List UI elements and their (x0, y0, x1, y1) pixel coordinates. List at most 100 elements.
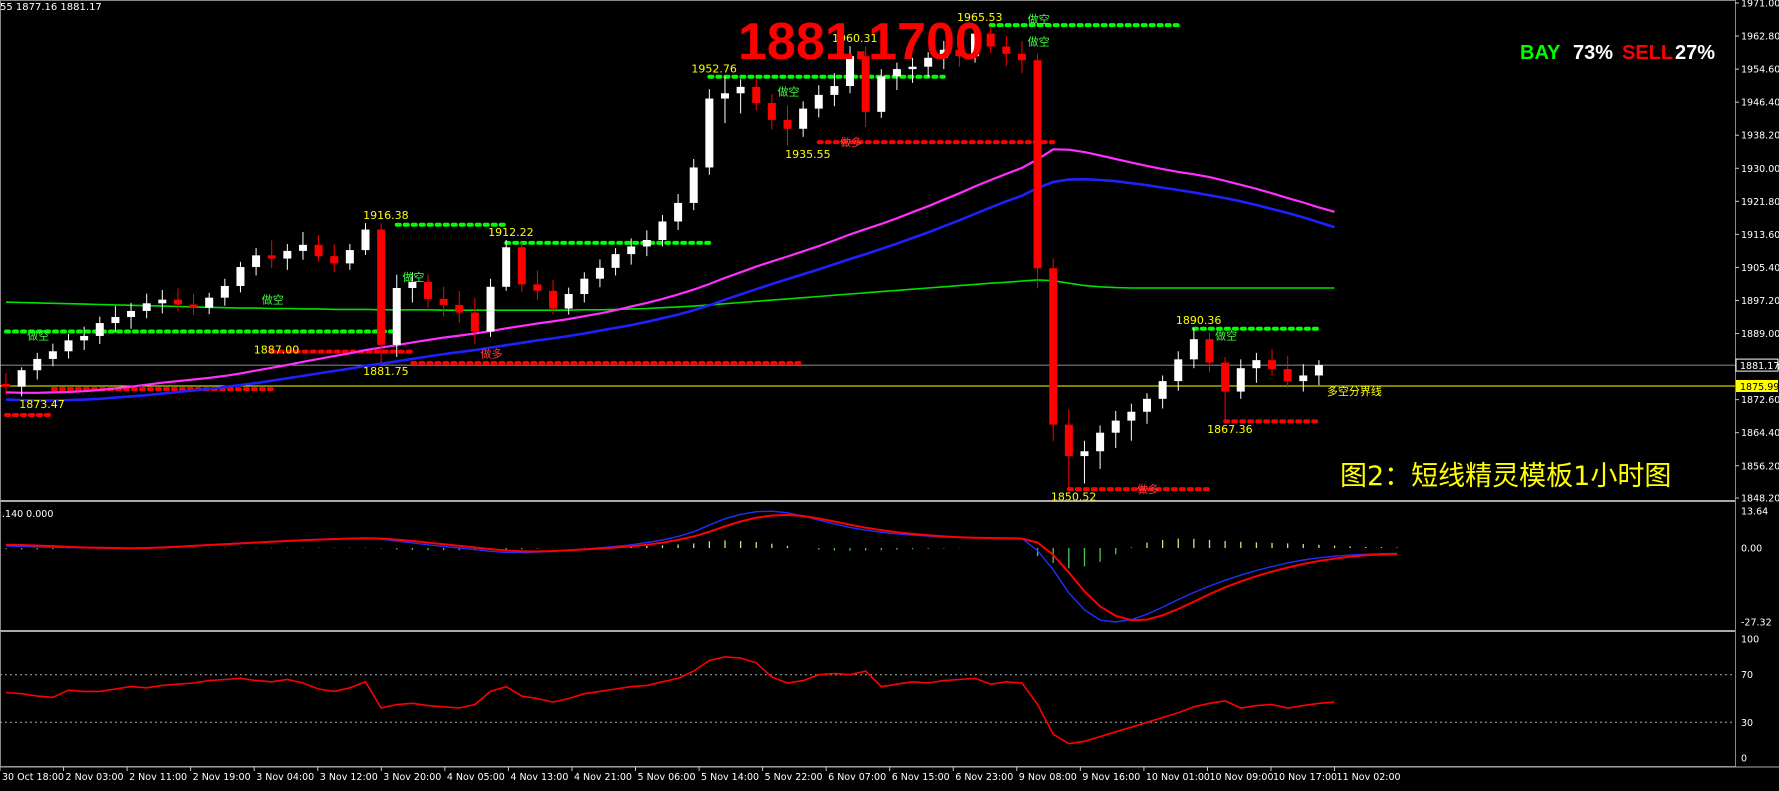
macd-tick-label: 0.00 (1741, 544, 1762, 555)
candle-bear (986, 33, 995, 47)
price-tick-label: 1921.80 (1741, 197, 1779, 208)
time-label: 9 Nov 08:00 (1019, 772, 1077, 783)
candle-bear (752, 86, 761, 103)
candle-bull (877, 76, 886, 112)
candle-bear (2, 383, 10, 387)
price-tick-label: 1905.40 (1741, 263, 1779, 274)
price-tick-label: 1856.20 (1741, 461, 1779, 472)
candle-bull (830, 86, 839, 95)
candle-bull (486, 286, 495, 332)
candle-bear (517, 247, 526, 285)
price-annotation: 1912.22 (488, 226, 534, 239)
time-label: 5 Nov 14:00 (701, 772, 759, 783)
candle-bull (142, 303, 151, 311)
ohlc-header: 55 1877.16 1881.17 (0, 2, 102, 13)
time-label: 6 Nov 07:00 (828, 772, 886, 783)
time-label: 4 Nov 05:00 (447, 772, 505, 783)
time-label: 2 Nov 03:00 (66, 772, 124, 783)
time-label: 6 Nov 23:00 (955, 772, 1013, 783)
candle-bull (1299, 375, 1308, 382)
signal-label: 做空 (1028, 34, 1050, 48)
candle-bear (1049, 268, 1058, 425)
candle-bull (1189, 339, 1198, 360)
candle-bull (611, 254, 620, 268)
candle-bull (111, 317, 120, 324)
signal-label: 做空 (262, 292, 284, 306)
time-label: 9 Nov 16:00 (1082, 772, 1140, 783)
signal-label: 做多 (481, 347, 503, 361)
current-price-tag: 1881.17 (1740, 361, 1779, 372)
time-label: 6 Nov 15:00 (892, 772, 950, 783)
macd-signal-line (5, 513, 1398, 622)
macd-header: .140 0.000 (2, 509, 53, 520)
signal-label: 做空 (778, 85, 800, 99)
candle-bull (17, 370, 26, 387)
candle-bear (767, 102, 776, 120)
candle-bull (252, 255, 261, 268)
candle-bear (314, 244, 323, 257)
chart-canvas: 1971.00 1962.80 1954.60 1946.40 1938.20 1930.… (0, 0, 1779, 783)
price-tick-label: 1938.20 (1741, 131, 1779, 142)
candle-bull (674, 202, 683, 222)
candle-bull (33, 358, 42, 371)
candle-bull (298, 244, 307, 251)
signal-label: 做多 (840, 135, 862, 149)
candle-bear (1002, 46, 1011, 54)
price-annotation: 1952.76 (691, 63, 737, 76)
boundary-tag: 1875.99 (1740, 382, 1779, 393)
candle-bull (1080, 451, 1089, 457)
time-label: 3 Nov 04:00 (256, 772, 314, 783)
signal-label: 做空 (1215, 329, 1237, 343)
price-tick-label: 1872.60 (1741, 395, 1779, 406)
candle-bear (267, 255, 276, 259)
candle-bull (1174, 359, 1183, 382)
price-annotation: 1850.52 (1051, 491, 1097, 504)
rsi-tick-label: 100 (1741, 635, 1759, 646)
time-label: 4 Nov 21:00 (574, 772, 632, 783)
candle-bull (642, 240, 651, 247)
candle-bull (814, 94, 823, 109)
candle-bull (80, 335, 89, 341)
candle-bull (1252, 360, 1261, 369)
candle-bull (627, 246, 636, 255)
sell-label: SELL (1622, 42, 1674, 64)
candle-bull (580, 278, 589, 295)
time-label: 4 Nov 13:00 (510, 772, 568, 783)
candle-bull (1096, 432, 1105, 452)
price-tick-label: 1954.60 (1741, 65, 1779, 76)
time-label: 2 Nov 11:00 (129, 772, 187, 783)
candle-bull (705, 98, 714, 168)
candle-bull (689, 167, 698, 203)
candle-bull (1127, 411, 1136, 421)
sell-percent: 27% (1675, 42, 1716, 64)
candle-bull (658, 221, 667, 241)
candle-bear (1283, 369, 1292, 382)
time-label: 5 Nov 22:00 (765, 772, 823, 783)
candle-bull (205, 297, 214, 308)
price-tick-label: 1889.00 (1741, 329, 1779, 340)
candle-bull (158, 299, 167, 304)
buy-label: BAY (1520, 42, 1561, 64)
candle-bull (345, 250, 354, 264)
candle-bull (1142, 398, 1151, 412)
candle-bull (1158, 381, 1167, 399)
chart-root: 1971.00 1962.80 1954.60 1946.40 1938.20 1930.… (0, 0, 1779, 787)
price-tick-label: 1913.60 (1741, 230, 1779, 241)
time-label: 11 Nov 02:00 (1337, 772, 1401, 783)
macd-tick-label: 13.64 (1741, 507, 1768, 518)
candle-bear (1268, 360, 1277, 370)
chart-caption: 图2：短线精灵模板1小时图 (1340, 461, 1672, 492)
price-tick-label: 1971.00 (1741, 0, 1779, 10)
candle-bull (127, 310, 136, 318)
price-tick-label: 1897.20 (1741, 296, 1779, 307)
candle-bull (64, 340, 73, 352)
candle-bear (1221, 362, 1230, 392)
macd-line (5, 510, 1398, 623)
candle-bull (736, 86, 745, 94)
signal-label: 做空 (402, 270, 424, 284)
price-annotation: 1916.38 (363, 209, 409, 222)
signal-label: 做空 (1028, 12, 1050, 26)
candle-bull (48, 351, 57, 359)
rsi-tick-label: 0 (1741, 754, 1747, 765)
price-annotation: 1881.75 (363, 365, 409, 378)
